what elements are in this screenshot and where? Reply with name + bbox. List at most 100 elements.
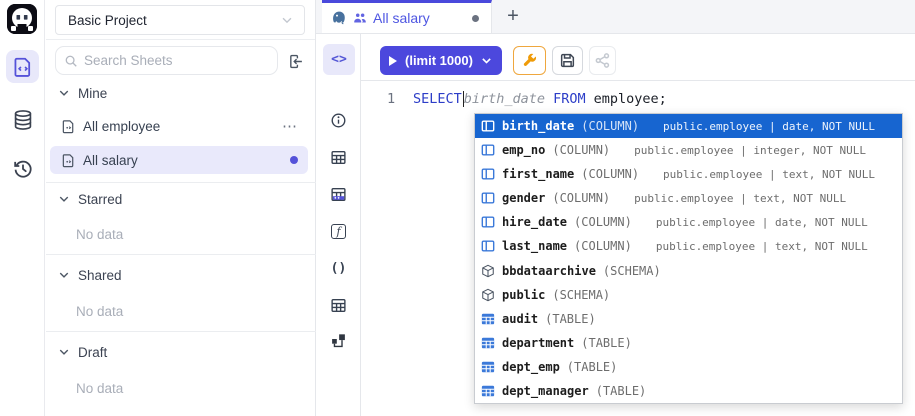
tab-bar: All salary + (316, 0, 915, 34)
sql-editor-app: Basic Project Mine All e (0, 0, 915, 416)
table-colored-icon (330, 186, 347, 203)
sheet-search-row (46, 46, 315, 76)
code-content: SELECTbirth_date FROM employee; (413, 91, 667, 107)
ghost-suggestion: birth_date (464, 91, 545, 107)
sheet-file-icon (61, 119, 76, 134)
empty-state: No data (76, 379, 123, 397)
tables-panel-button[interactable] (316, 145, 361, 169)
history-nav-icon[interactable] (6, 152, 39, 185)
chevron-down-icon (58, 269, 70, 281)
keyword-select: SELECT (413, 91, 462, 107)
empty-state: No data (76, 225, 123, 243)
column-icon (481, 191, 495, 205)
chevron-down-icon (58, 87, 70, 99)
section-mine[interactable]: Mine (58, 83, 107, 103)
table-icon (330, 149, 347, 166)
history-icon (12, 158, 34, 180)
keyword-from: FROM (553, 91, 586, 107)
share-sheet-button[interactable] (589, 46, 616, 75)
autocomplete-item[interactable]: bbdataarchive (SCHEMA) (475, 258, 902, 282)
editor-toolbar: (limit 1000) (361, 34, 915, 81)
import-icon (287, 53, 304, 70)
schema-icon (481, 264, 495, 278)
functions-panel-button[interactable]: f (316, 219, 361, 243)
sheet-item-all-employee[interactable]: All employee ⋯ (50, 112, 308, 140)
divider (46, 254, 316, 255)
schema-icon (481, 288, 495, 302)
run-query-button[interactable]: (limit 1000) (380, 46, 502, 75)
function-icon: f (331, 224, 346, 239)
postgres-icon (331, 10, 347, 26)
schema-diagram-icon (330, 332, 347, 349)
autocomplete-item[interactable]: hire_date (COLUMN) public.employee | dat… (475, 210, 902, 234)
section-shared[interactable]: Shared (58, 265, 122, 285)
divider (46, 182, 316, 183)
database-icon (12, 109, 34, 131)
section-label: Shared (78, 268, 122, 283)
chevron-down-icon[interactable] (480, 54, 493, 67)
table-icon (481, 360, 495, 374)
autocomplete-item[interactable]: dept_manager (TABLE) (475, 379, 902, 403)
column-icon (481, 143, 495, 157)
info-icon (330, 112, 347, 129)
code-view-button[interactable]: <> (323, 44, 355, 75)
column-icon (481, 119, 495, 133)
sheet-label: All salary (83, 153, 290, 168)
autocomplete-item[interactable]: gender (COLUMN) public.employee | text, … (475, 186, 902, 210)
section-draft[interactable]: Draft (58, 342, 107, 362)
line-number: 1 (387, 91, 395, 107)
search-icon (64, 54, 78, 68)
search-input[interactable] (84, 53, 269, 68)
autocomplete-item[interactable]: emp_no (COLUMN) public.employee | intege… (475, 138, 902, 162)
autocomplete-item[interactable]: dept_emp (TABLE) (475, 355, 902, 379)
app-logo-icon[interactable] (7, 4, 37, 34)
table-icon (481, 384, 495, 398)
project-select[interactable]: Basic Project (55, 5, 305, 35)
chevron-down-icon (58, 193, 70, 205)
parentheses-icon: () (331, 261, 347, 276)
section-starred[interactable]: Starred (58, 189, 122, 209)
more-actions-icon[interactable]: ⋯ (282, 117, 298, 135)
import-sheet-button[interactable] (285, 51, 305, 71)
play-icon (389, 56, 397, 66)
autocomplete-item[interactable]: public (SCHEMA) (475, 283, 902, 307)
run-label: (limit 1000) (405, 53, 474, 68)
autocomplete-item[interactable]: first_name (COLUMN) public.employee | te… (475, 162, 902, 186)
section-label: Starred (78, 192, 122, 207)
sidebar-header: Basic Project (46, 0, 315, 40)
section-label: Draft (78, 345, 107, 360)
sheet-search-box (55, 46, 278, 75)
save-sheet-button[interactable] (552, 46, 583, 75)
divider (46, 331, 316, 332)
autocomplete-item[interactable]: last_name (COLUMN) public.employee | tex… (475, 234, 902, 258)
empty-state: No data (76, 302, 123, 320)
section-label: Mine (78, 86, 107, 101)
column-icon (481, 239, 495, 253)
admin-mode-button[interactable] (513, 46, 546, 75)
autocomplete-item[interactable]: department (TABLE) (475, 331, 902, 355)
views-panel-button[interactable] (316, 293, 361, 317)
share-icon (594, 52, 611, 69)
sheet-item-all-salary[interactable]: All salary (50, 146, 308, 174)
left-rail (0, 0, 45, 416)
procedures-panel-button[interactable]: () (316, 256, 361, 280)
table-icon (330, 297, 347, 314)
autocomplete-item[interactable]: birth_date (COLUMN) public.employee | da… (475, 114, 902, 138)
info-panel-button[interactable] (316, 108, 361, 132)
databases-nav-icon[interactable] (6, 103, 39, 136)
tab-all-salary[interactable]: All salary (322, 0, 492, 33)
sheet-file-icon (61, 153, 76, 168)
autocomplete-dropdown: birth_date (COLUMN) public.employee | da… (474, 113, 903, 404)
table-detail-panel-button[interactable] (316, 182, 361, 206)
column-icon (481, 215, 495, 229)
logo-glyph (7, 4, 37, 34)
worksheets-nav-icon[interactable] (6, 50, 39, 83)
save-icon (559, 52, 576, 69)
code-identifier: employee; (594, 91, 667, 107)
sheets-sidebar: Basic Project Mine All e (46, 0, 316, 416)
wrench-icon (521, 52, 538, 69)
new-tab-button[interactable]: + (498, 0, 528, 33)
autocomplete-item[interactable]: audit (TABLE) (475, 307, 902, 331)
column-icon (481, 167, 495, 181)
diagram-panel-button[interactable] (316, 328, 361, 352)
